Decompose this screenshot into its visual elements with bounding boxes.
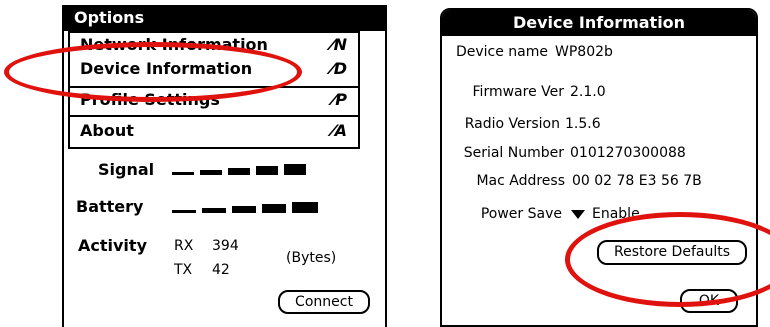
signal-bar	[228, 168, 250, 175]
battery-bar	[232, 206, 256, 213]
menu-item-profile-settings[interactable]: Profile Settings ⁄P	[80, 88, 355, 112]
signal-bar	[256, 166, 278, 175]
dialog-title: Device Information	[442, 10, 756, 36]
power-save-value: Enable	[592, 206, 640, 222]
activity-label: Activity	[78, 236, 147, 255]
menu-item-label: Network Information	[80, 35, 268, 54]
radio-version-value: 1.5.6	[565, 116, 601, 132]
signal-bar	[200, 170, 222, 175]
rx-label: RX	[174, 238, 194, 254]
connect-button[interactable]: Connect	[278, 290, 370, 314]
power-save-label: Power Save	[480, 206, 562, 222]
firmware-version-value: 2.1.0	[570, 84, 606, 100]
device-name-label: Device name	[455, 44, 548, 60]
signal-bar	[284, 164, 306, 175]
signal-label: Signal	[98, 160, 155, 179]
menu-separator	[70, 115, 358, 117]
bytes-unit-label: (Bytes)	[286, 250, 337, 266]
tx-label: TX	[174, 262, 193, 278]
mac-address-value: 00 02 78 E3 56 7B	[572, 173, 702, 189]
firmware-version-label: Firmware Ver	[472, 84, 564, 100]
mac-address-label: Mac Address	[476, 173, 565, 189]
menu-item-device-information[interactable]: Device Information ⁄D	[80, 57, 355, 81]
battery-bar	[202, 208, 226, 213]
menu-item-shortcut: ⁄P	[332, 90, 347, 109]
restore-defaults-button[interactable]: Restore Defaults	[597, 240, 747, 265]
tx-value: 42	[212, 262, 230, 278]
menu-item-label: Profile Settings	[80, 90, 220, 109]
device-name-value: WP802b	[555, 44, 613, 60]
menu-item-shortcut: ⁄D	[331, 59, 347, 78]
ok-button[interactable]: OK	[680, 289, 738, 313]
signal-bar	[172, 172, 194, 175]
serial-number-value: 0101270300088	[570, 145, 686, 161]
menu-item-label: Device Information	[80, 59, 253, 78]
battery-bar	[172, 210, 196, 213]
menu-item-shortcut: ⁄A	[331, 121, 347, 140]
rx-value: 394	[212, 238, 239, 254]
radio-version-label: Radio Version	[464, 116, 560, 132]
menu-item-shortcut: ⁄N	[330, 35, 347, 54]
battery-bar	[262, 204, 286, 213]
menu-item-network-information[interactable]: Network Information ⁄N	[80, 33, 355, 57]
options-menu-title[interactable]: Options	[66, 7, 153, 29]
battery-label: Battery	[76, 197, 144, 216]
menu-item-label: About	[80, 121, 134, 140]
serial-number-label: Serial Number	[463, 145, 564, 161]
dropdown-arrow-icon	[571, 210, 585, 219]
battery-bar	[292, 202, 318, 213]
menu-item-about[interactable]: About ⁄A	[80, 119, 355, 143]
